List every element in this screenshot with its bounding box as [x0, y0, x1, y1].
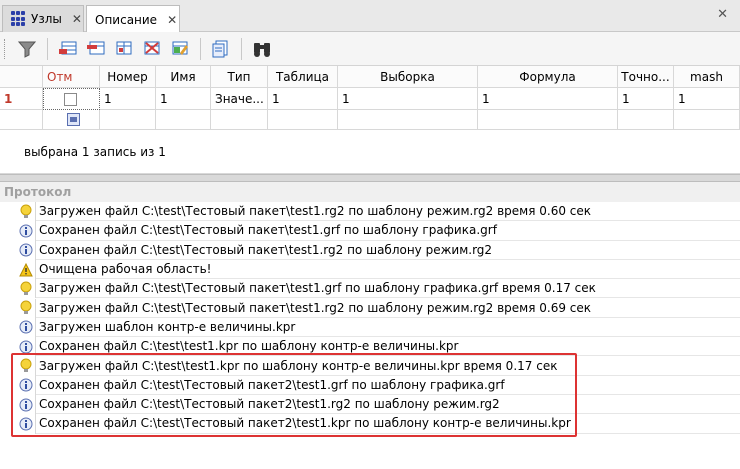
- cell-precision[interactable]: 1: [618, 88, 674, 110]
- copy-button[interactable]: [209, 37, 233, 61]
- column-header-type[interactable]: Тип: [211, 66, 268, 88]
- column-header: [0, 66, 43, 88]
- toolbar: [0, 32, 740, 66]
- cell-formula[interactable]: 1: [478, 88, 618, 110]
- toolbar-separator: [47, 37, 48, 60]
- cell-number[interactable]: 1: [100, 88, 156, 110]
- log-entry-text: Сохранен файл C:\test\Тестовый пакет\tes…: [36, 221, 740, 241]
- insert-row-icon: [87, 41, 105, 54]
- new-row-number: [0, 110, 43, 130]
- table-row[interactable]: 1 1 1 Значе... 1 1 1 1 1: [0, 88, 740, 110]
- tab-nodes[interactable]: Узлы ✕: [2, 5, 84, 32]
- protocol-header: Протокол: [0, 182, 740, 202]
- insert-row-button[interactable]: [84, 37, 108, 61]
- panel-splitter[interactable]: [0, 174, 740, 182]
- filter-icon: [18, 41, 36, 58]
- cell-name[interactable]: 1: [156, 88, 211, 110]
- find-button[interactable]: [250, 37, 274, 61]
- delete-row-icon: [144, 41, 160, 54]
- cell-type[interactable]: Значе...: [211, 88, 268, 110]
- row-checkbox-cell[interactable]: [43, 88, 100, 110]
- row-number: 1: [0, 88, 43, 110]
- table-edit-icon: [172, 41, 188, 55]
- column-header-selection[interactable]: Выборка: [338, 66, 478, 88]
- new-row-cell[interactable]: [268, 110, 338, 130]
- add-row-icon: [59, 41, 77, 54]
- column-header-number[interactable]: Номер: [100, 66, 156, 88]
- new-row-cell[interactable]: [674, 110, 740, 130]
- binoculars-icon: [254, 42, 270, 57]
- move-row-button[interactable]: [112, 37, 136, 61]
- info-icon: [0, 221, 36, 241]
- move-row-icon: [116, 41, 132, 54]
- log-entry[interactable]: Сохранен файл C:\test\Тестовый пакет\tes…: [0, 221, 740, 241]
- column-header-name[interactable]: Имя: [156, 66, 211, 88]
- log-entry-text: Загружен файл C:\test\Тестовый пакет\tes…: [36, 279, 740, 299]
- log-entry-text: Загружен шаблон контр-е величины.kpr: [36, 318, 740, 338]
- close-icon[interactable]: ✕: [72, 12, 82, 26]
- table-edit-button[interactable]: [168, 37, 192, 61]
- tab-nodes-label: Узлы: [31, 12, 62, 26]
- table-header: Отм Номер Имя Тип Таблица Выборка Формул…: [0, 66, 740, 88]
- toolbar-grip[interactable]: [4, 38, 7, 59]
- log-entry[interactable]: Загружен файл C:\test\Тестовый пакет\tes…: [0, 202, 740, 222]
- lightbulb-icon: [0, 202, 36, 222]
- info-icon: [0, 317, 36, 338]
- new-row-cell[interactable]: [211, 110, 268, 130]
- tab-description-label: Описание: [95, 12, 158, 27]
- copy-icon: [212, 40, 228, 57]
- table-new-row[interactable]: [0, 110, 740, 130]
- toolbar-separator: [241, 37, 242, 60]
- new-row-cell[interactable]: [100, 110, 156, 130]
- highlight-box: [11, 353, 577, 437]
- log-entry-text: Загружен файл C:\test\Тестовый пакет\tes…: [36, 299, 740, 318]
- cell-selection[interactable]: 1: [338, 88, 478, 110]
- add-row-button[interactable]: [56, 37, 80, 61]
- filter-button[interactable]: [15, 37, 39, 61]
- row-checkbox[interactable]: [64, 92, 77, 106]
- log-entry[interactable]: Сохранен файл C:\test\Тестовый пакет\tes…: [0, 240, 740, 260]
- new-row-cell[interactable]: [478, 110, 618, 130]
- new-row-checkbox[interactable]: [67, 113, 80, 126]
- window-close-icon[interactable]: ✕: [717, 7, 728, 22]
- column-header-mash[interactable]: mash: [674, 66, 740, 88]
- column-header-table[interactable]: Таблица: [268, 66, 338, 88]
- new-row-cell[interactable]: [156, 110, 211, 130]
- column-header-formula[interactable]: Формула: [478, 66, 618, 88]
- lightbulb-icon: [0, 298, 36, 318]
- log-entry[interactable]: Очищена рабочая область!: [0, 259, 740, 280]
- warning-icon: [0, 259, 36, 280]
- close-icon[interactable]: ✕: [167, 13, 177, 27]
- tab-description[interactable]: Описание ✕: [86, 5, 180, 33]
- column-header-precision[interactable]: Точно...: [618, 66, 674, 88]
- delete-row-button[interactable]: [140, 37, 164, 61]
- tab-bar: Узлы ✕ Описание ✕ ✕: [0, 0, 740, 33]
- new-row-cell[interactable]: [338, 110, 478, 130]
- log-entry-text: Сохранен файл C:\test\Тестовый пакет\tes…: [36, 241, 740, 260]
- cell-table[interactable]: 1: [268, 88, 338, 110]
- new-row-checkbox-cell[interactable]: [43, 110, 100, 130]
- new-row-cell[interactable]: [618, 110, 674, 130]
- log-entry[interactable]: Загружен шаблон контр-е величины.kpr: [0, 317, 740, 338]
- grid-icon: [11, 11, 25, 27]
- log-entry[interactable]: Загружен файл C:\test\Тестовый пакет\tes…: [0, 279, 740, 299]
- log-entry-text: Загружен файл C:\test\Тестовый пакет\tes…: [36, 202, 740, 222]
- column-header-otm[interactable]: Отм: [43, 66, 100, 88]
- info-icon: [0, 240, 36, 260]
- toolbar-separator: [200, 37, 201, 60]
- lightbulb-icon: [0, 279, 36, 299]
- log-entry[interactable]: Загружен файл C:\test\Тестовый пакет\tes…: [0, 298, 740, 318]
- cell-mash[interactable]: 1: [674, 88, 740, 110]
- selection-status: выбрана 1 запись из 1: [0, 130, 740, 174]
- log-entry-text: Очищена рабочая область!: [36, 260, 740, 280]
